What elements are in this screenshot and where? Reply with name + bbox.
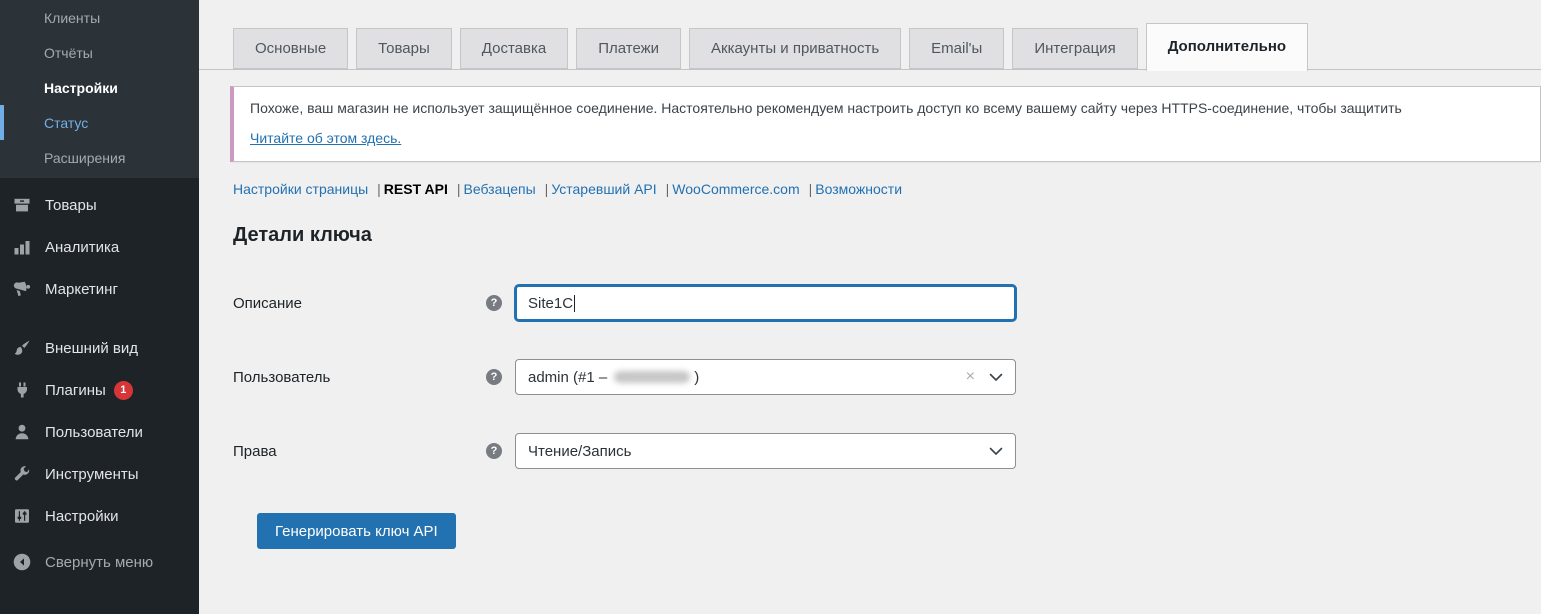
sidebar-item-users[interactable]: Пользователи: [0, 411, 199, 453]
sidebar-item-settings[interactable]: Настройки: [0, 495, 199, 537]
sidebar-item-products[interactable]: Товары: [0, 184, 199, 226]
tab-payments[interactable]: Платежи: [576, 28, 681, 69]
notice-read-more-link[interactable]: Читайте об этом здесь.: [250, 127, 401, 149]
sidebar-item-customers[interactable]: Клиенты: [0, 0, 199, 35]
tab-general[interactable]: Основные: [233, 28, 348, 69]
sidebar-item-tools[interactable]: Инструменты: [0, 453, 199, 495]
tab-advanced-active[interactable]: Дополнительно: [1146, 23, 1308, 71]
sidebar-item-label: Внешний вид: [45, 340, 138, 357]
subnav-separator: |: [809, 181, 813, 197]
user-select-value: admin (#1 – ): [528, 369, 966, 386]
subnav-woocommerce-com-link[interactable]: WooCommerce.com: [672, 181, 799, 197]
sidebar-item-extensions[interactable]: Расширения: [0, 140, 199, 175]
https-warning-notice: Похоже, ваш магазин не использует защищё…: [230, 86, 1541, 162]
sidebar-item-label: Пользователи: [45, 424, 143, 441]
description-label: Описание: [233, 295, 486, 312]
sidebar-item-marketing[interactable]: Маркетинг: [0, 268, 199, 310]
plugins-update-badge: 1: [114, 381, 133, 400]
permissions-label: Права: [233, 443, 486, 460]
appearance-brush-icon: [12, 338, 32, 358]
subnav-webhooks-link[interactable]: Вебзацепы: [463, 181, 535, 197]
clear-selection-icon[interactable]: ×: [966, 369, 975, 385]
description-input[interactable]: Site1C: [515, 285, 1016, 321]
sidebar-item-analytics[interactable]: Аналитика: [0, 226, 199, 268]
chevron-down-icon: [989, 373, 1003, 382]
sidebar-item-reports[interactable]: Отчёты: [0, 35, 199, 70]
woocommerce-settings-page: Клиенты Отчёты Настройки Статус Расширен…: [0, 0, 1541, 614]
settings-sliders-icon: [12, 506, 32, 526]
sidebar-item-label: Настройки: [45, 508, 119, 525]
subnav-separator: |: [666, 181, 670, 197]
analytics-bars-icon: [12, 237, 32, 257]
subnav-separator: |: [545, 181, 549, 197]
help-icon[interactable]: ?: [486, 369, 502, 385]
notice-message: Похоже, ваш магазин не использует защищё…: [250, 97, 1524, 119]
sidebar-item-label: Аналитика: [45, 239, 119, 256]
collapse-arrow-icon: [12, 552, 32, 572]
tab-accounts-privacy[interactable]: Аккаунты и приватность: [689, 28, 901, 69]
menu-separator: [0, 310, 199, 327]
permissions-select[interactable]: Чтение/Запись: [515, 433, 1016, 469]
sidebar-item-label: Плагины: [45, 382, 106, 399]
tab-shipping[interactable]: Доставка: [460, 28, 568, 69]
help-icon[interactable]: ?: [486, 295, 502, 311]
sidebar-item-settings-current[interactable]: Настройки: [0, 70, 199, 105]
help-icon[interactable]: ?: [486, 443, 502, 459]
permissions-row: Права ? Чтение/Запись: [233, 433, 1541, 469]
sidebar-item-label: Маркетинг: [45, 281, 118, 298]
key-details-form: Описание ? Site1C Пользователь ? admin (…: [233, 285, 1541, 549]
subnav-separator: |: [457, 181, 461, 197]
sidebar-item-label: Товары: [45, 197, 97, 214]
sidebar-item-label: Инструменты: [45, 466, 139, 483]
subnav-page-setup-link[interactable]: Настройки страницы: [233, 181, 368, 197]
user-value-suffix: ): [694, 369, 699, 386]
collapse-menu-label: Свернуть меню: [45, 554, 153, 571]
tab-products[interactable]: Товары: [356, 28, 452, 69]
permissions-select-value: Чтение/Запись: [528, 443, 989, 460]
tab-integration[interactable]: Интеграция: [1012, 28, 1137, 69]
admin-main-menu: Товары Аналитика Маркетинг Внешний вид: [0, 178, 199, 583]
description-input-value: Site1C: [528, 295, 573, 312]
settings-subnav: Настройки страницы|REST API|Вебзацепы|Ус…: [233, 181, 1541, 197]
generate-api-key-button[interactable]: Генерировать ключ API: [257, 513, 456, 549]
tools-wrench-icon: [12, 464, 32, 484]
user-select[interactable]: admin (#1 – ) ×: [515, 359, 1016, 395]
collapse-menu-button[interactable]: Свернуть меню: [0, 541, 199, 583]
subnav-features-link[interactable]: Возможности: [815, 181, 902, 197]
sidebar-item-appearance[interactable]: Внешний вид: [0, 327, 199, 369]
settings-tab-bar: Основные Товары Доставка Платежи Аккаунт…: [199, 0, 1541, 70]
marketing-megaphone-icon: [12, 279, 32, 299]
tab-emails[interactable]: Email'ы: [909, 28, 1004, 69]
redacted-email-blur: [614, 371, 690, 383]
subnav-legacy-api-link[interactable]: Устаревший API: [551, 181, 656, 197]
user-row: Пользователь ? admin (#1 – ) ×: [233, 359, 1541, 395]
woocommerce-submenu: Клиенты Отчёты Настройки Статус Расширен…: [0, 0, 199, 178]
user-value-prefix: admin (#1 –: [528, 369, 607, 386]
user-label: Пользователь: [233, 369, 486, 386]
chevron-down-icon: [989, 447, 1003, 456]
admin-sidebar: Клиенты Отчёты Настройки Статус Расширен…: [0, 0, 199, 614]
sidebar-item-plugins[interactable]: Плагины 1: [0, 369, 199, 411]
sidebar-item-status[interactable]: Статус: [0, 105, 199, 140]
text-cursor: [574, 295, 575, 312]
subnav-separator: |: [377, 181, 381, 197]
key-details-title: Детали ключа: [233, 224, 1541, 247]
settings-content: Основные Товары Доставка Платежи Аккаунт…: [199, 0, 1541, 614]
plugins-plug-icon: [12, 380, 32, 400]
subnav-rest-api-current: REST API: [384, 181, 448, 197]
products-box-icon: [12, 195, 32, 215]
description-row: Описание ? Site1C: [233, 285, 1541, 321]
users-person-icon: [12, 422, 32, 442]
